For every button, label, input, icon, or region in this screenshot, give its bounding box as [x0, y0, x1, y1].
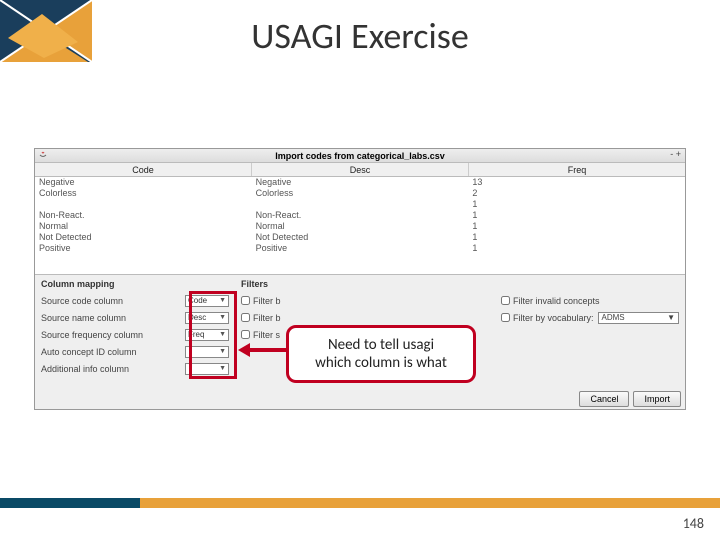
col-freq[interactable]: Freq	[469, 163, 685, 176]
col-desc[interactable]: Desc	[252, 163, 469, 176]
cancel-button[interactable]: Cancel	[579, 391, 629, 407]
callout-box: Need to tell usagi which column is what	[286, 325, 476, 383]
titlebar: Import codes from categorical_labs.csv -…	[35, 149, 685, 163]
highlight-box	[189, 291, 237, 379]
filter1-check[interactable]	[241, 296, 250, 305]
slide-title: USAGI Exercise	[0, 14, 720, 58]
table-row[interactable]: NegativeNegative13	[35, 177, 685, 188]
filter-invalid: Filter invalid concepts	[501, 293, 679, 308]
table-row[interactable]: ColorlessColorless2	[35, 188, 685, 199]
table-row[interactable]: Not DetectedNot Detected1	[35, 232, 685, 243]
table-body: NegativeNegative13 ColorlessColorless2 1…	[35, 177, 685, 275]
callout-line2: which column is what	[303, 354, 459, 372]
dialog-buttons: Cancel Import	[579, 391, 681, 407]
table-row[interactable]: PositivePositive1	[35, 243, 685, 254]
mapping-heading: Column mapping	[41, 279, 229, 289]
page-number: 148	[683, 515, 704, 532]
filters-heading: Filters	[241, 279, 489, 289]
import-button[interactable]: Import	[633, 391, 681, 407]
callout-arrow-head	[238, 343, 250, 357]
col-code[interactable]: Code	[35, 163, 252, 176]
filter-invalid-check[interactable]	[501, 296, 510, 305]
java-icon	[38, 150, 48, 160]
chevron-down-icon: ▼	[667, 313, 675, 322]
filter-vocab-check[interactable]	[501, 313, 510, 322]
callout-line1: Need to tell usagi	[303, 336, 459, 354]
filter-1: Filter b	[241, 293, 489, 308]
filter2-check[interactable]	[241, 313, 250, 322]
table-row[interactable]: 1	[35, 199, 685, 210]
table-row[interactable]: Non-React.Non-React.1	[35, 210, 685, 221]
filter-vocab: Filter by vocabulary:ADMS▼	[501, 310, 679, 325]
table-header: Code Desc Freq	[35, 163, 685, 177]
footer-bar	[0, 498, 720, 508]
table-row[interactable]: NormalNormal1	[35, 221, 685, 232]
callout-arrow-shaft	[247, 348, 287, 352]
window-title: Import codes from categorical_labs.csv	[35, 151, 685, 161]
filter-2: Filter b	[241, 310, 489, 325]
vocab-combo[interactable]: ADMS▼	[598, 312, 679, 324]
filters-right-panel: Filter invalid concepts Filter by vocabu…	[495, 275, 685, 409]
filter3-check[interactable]	[241, 330, 250, 339]
window-controls[interactable]: - +	[670, 149, 681, 159]
